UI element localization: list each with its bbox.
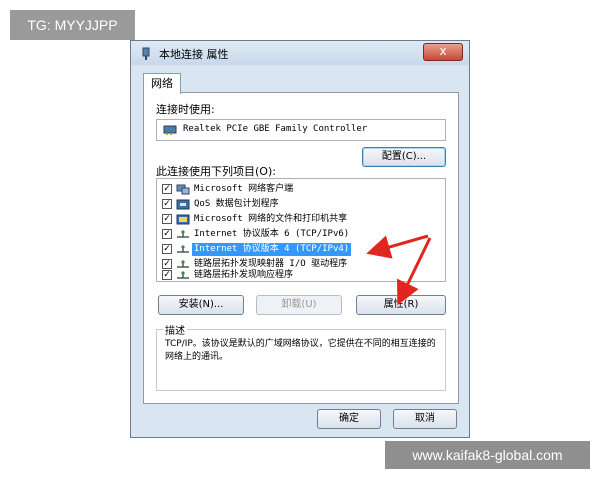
website-watermark: www.kaifak8-global.com (385, 441, 590, 469)
ok-button[interactable]: 确定 (317, 409, 381, 429)
uninstall-button: 卸载(U) (256, 295, 342, 315)
list-item-ms-client[interactable]: ✓ Microsoft 网络客户端 (157, 182, 445, 197)
item-label: Internet 协议版本 6 (TCP/IPv6) (194, 229, 350, 239)
item-label: Microsoft 网络的文件和打印机共享 (194, 214, 348, 224)
description-group: 描述 TCP/IP。该协议是默认的广域网络协议，它提供在不同的相互连接的网络上的… (156, 322, 446, 391)
list-item-qos[interactable]: ✓ QoS 数据包计划程序 (157, 197, 445, 212)
list-item-lltd-responder[interactable]: ✓ 链路层拓扑发现响应程序 (157, 268, 445, 283)
protocol-icon (177, 271, 189, 279)
list-item-file-sharing[interactable]: ✓ Microsoft 网络的文件和打印机共享 (157, 212, 445, 227)
connect-using-label: 连接时使用: (156, 103, 215, 116)
item-checkbox[interactable]: ✓ (162, 184, 172, 194)
file-sharing-icon (176, 214, 190, 225)
network-tab-panel: 连接时使用: Realtek PCIe GBE Family Controlle… (143, 92, 459, 404)
list-item-ipv4[interactable]: ✓ Internet 协议版本 4 (TCP/IPv4) (157, 242, 445, 257)
list-item-ipv6[interactable]: ✓ Internet 协议版本 6 (TCP/IPv6) (157, 227, 445, 242)
qos-icon (176, 199, 190, 210)
install-button[interactable]: 安装(N)... (158, 295, 244, 315)
item-label: QoS 数据包计划程序 (194, 199, 279, 209)
close-button[interactable]: x (423, 43, 463, 61)
network-client-icon (176, 184, 190, 195)
item-checkbox[interactable]: ✓ (162, 199, 172, 209)
dialog-title: 本地连接 属性 (159, 48, 229, 61)
cancel-button[interactable]: 取消 (393, 409, 457, 429)
item-checkbox[interactable]: ✓ (162, 214, 172, 224)
adapter-name: Realtek PCIe GBE Family Controller (183, 124, 368, 134)
item-checkbox[interactable]: ✓ (162, 229, 172, 239)
item-label: Microsoft 网络客户端 (194, 184, 294, 194)
properties-dialog: 本地连接 属性 x 网络 连接时使用: Realtek PCIe GBE Fam… (130, 40, 470, 438)
network-adapter-icon (142, 47, 150, 60)
description-text: TCP/IP。该协议是默认的广域网络协议，它提供在不同的相互连接的网络上的通讯。 (165, 339, 436, 362)
items-label: 此连接使用下列项目(O): (156, 165, 276, 178)
protocol-icon (177, 245, 189, 253)
item-checkbox[interactable]: ✓ (162, 270, 172, 280)
configure-button[interactable]: 配置(C)... (362, 147, 446, 167)
description-title: 描述 (163, 322, 187, 337)
components-list[interactable]: ✓ Microsoft 网络客户端 ✓ QoS 数据包计划程序 ✓ Micros… (156, 178, 446, 282)
item-label: Internet 协议版本 4 (TCP/IPv4) (192, 243, 352, 256)
network-card-icon (163, 125, 177, 135)
adapter-field: Realtek PCIe GBE Family Controller (156, 119, 446, 141)
protocol-icon (177, 230, 189, 238)
title-bar: 本地连接 属性 x (131, 41, 469, 65)
tab-network[interactable]: 网络 (143, 73, 181, 94)
properties-button[interactable]: 属性(R) (356, 295, 446, 315)
tg-tag-badge: TG: MYYJJPP (10, 10, 135, 40)
item-checkbox[interactable]: ✓ (162, 244, 172, 254)
item-label: 链路层拓扑发现响应程序 (194, 270, 294, 280)
